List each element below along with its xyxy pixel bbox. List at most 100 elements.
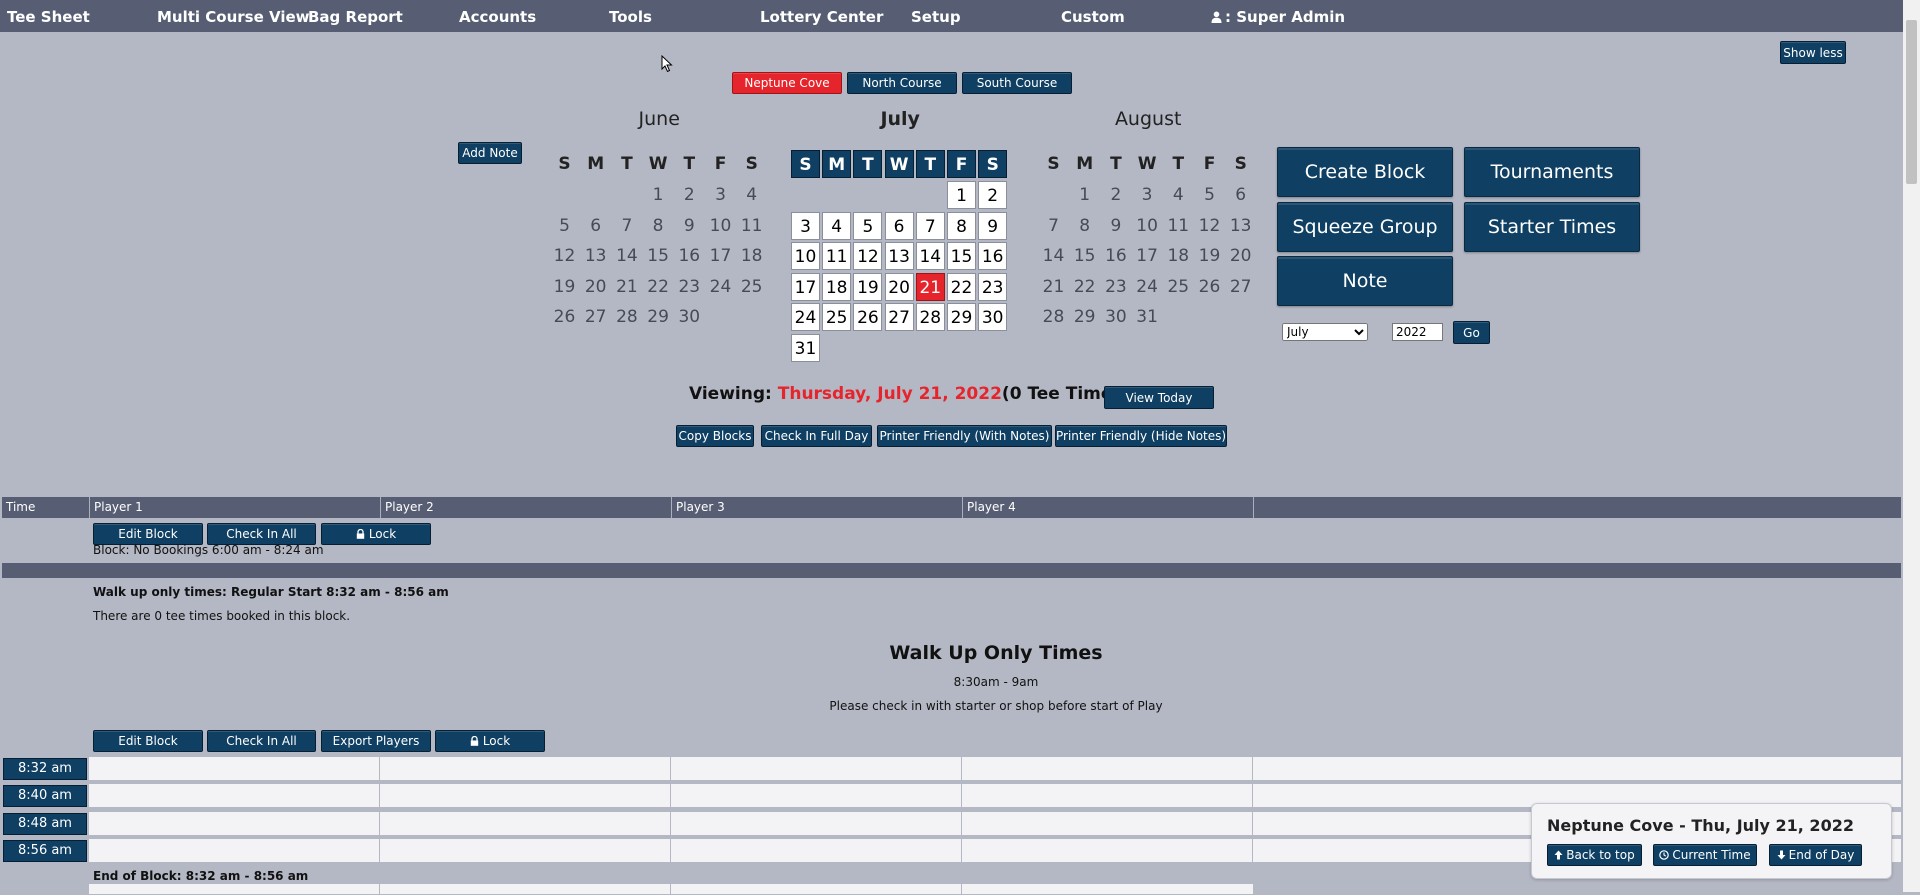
calendar-day[interactable]: 21 [612,273,641,301]
calendar-day[interactable]: 19 [1195,242,1224,270]
back-to-top-button[interactable]: Back to top [1547,844,1642,866]
show-less-button[interactable]: Show less [1780,41,1846,64]
calendar-day[interactable]: 28 [1039,303,1068,331]
calendar-day[interactable]: 31 [1133,303,1162,331]
calendar-day[interactable]: 22 [1070,273,1099,301]
calendar-day[interactable]: 8 [947,211,976,240]
calendar-day[interactable]: 4 [1164,181,1193,209]
tee-time-button[interactable]: 8:32 am [3,758,87,780]
squeeze-group-button[interactable]: Squeeze Group [1277,202,1453,252]
calendar-day[interactable]: 19 [853,272,883,301]
calendar-day[interactable]: 25 [1164,273,1193,301]
calendar-day[interactable]: 30 [1101,303,1130,331]
tournaments-button[interactable]: Tournaments [1464,147,1640,197]
calendar-day[interactable]: 15 [1070,242,1099,270]
calendar-day[interactable]: 1 [644,181,673,209]
course-tab-0[interactable]: Neptune Cove [732,72,842,94]
calendar-day[interactable]: 3 [706,181,735,209]
calendar-day[interactable]: 6 [884,211,914,240]
block1-lock-button[interactable]: Lock [321,523,431,545]
block1-check-in-all-button[interactable]: Check In All [207,523,316,545]
calendar-day[interactable]: 4 [737,181,766,209]
calendar-day[interactable]: 5 [550,212,579,240]
calendar-day[interactable]: 9 [978,211,1008,240]
tee-time-button[interactable]: 8:40 am [3,785,87,808]
calendar-day[interactable]: 11 [737,212,766,240]
calendar-day[interactable]: 7 [612,212,641,240]
calendar-day[interactable]: 10 [1133,212,1162,240]
calendar-day[interactable]: 21 [1039,273,1068,301]
nav-accounts[interactable]: Accounts [459,8,536,26]
player-slot-1[interactable] [88,783,381,809]
printer-friendly-hide-notes-button[interactable]: Printer Friendly (Hide Notes) [1055,425,1227,447]
note-button[interactable]: Note [1277,256,1453,306]
starter-times-button[interactable]: Starter Times [1464,202,1640,252]
calendar-day[interactable]: 11 [1164,212,1193,240]
calendar-day[interactable]: 30 [978,303,1008,332]
player-slot-4[interactable] [961,837,1254,863]
calendar-day[interactable]: 9 [1101,212,1130,240]
calendar-day[interactable]: 13 [581,242,610,270]
calendar-day[interactable]: 29 [644,303,673,331]
calendar-day-selected[interactable]: 21 [915,272,945,301]
calendar-day[interactable]: 27 [581,303,610,331]
calendar-day[interactable]: 16 [1101,242,1130,270]
calendar-day[interactable]: 18 [822,272,852,301]
block2-export-players-button[interactable]: Export Players [321,730,431,752]
calendar-day[interactable]: 25 [737,273,766,301]
calendar-day[interactable]: 15 [644,242,673,270]
player-slot-3[interactable] [670,783,963,809]
copy-blocks-button[interactable]: Copy Blocks [676,425,754,447]
calendar-day[interactable]: 5 [853,211,883,240]
calendar-day[interactable]: 11 [822,242,852,271]
calendar-day[interactable]: 23 [1101,273,1130,301]
calendar-day[interactable]: 28 [612,303,641,331]
calendar-day[interactable]: 12 [1195,212,1224,240]
calendar-day[interactable]: 22 [644,273,673,301]
calendar-day[interactable]: 2 [1101,181,1130,209]
player-slot-4[interactable] [961,756,1254,781]
nav-tools[interactable]: Tools [609,8,652,26]
calendar-day[interactable]: 25 [822,303,852,332]
view-today-button[interactable]: View Today [1104,386,1214,409]
calendar-day[interactable]: 8 [1070,212,1099,240]
calendar-day[interactable]: 8 [644,212,673,240]
player-slot-3[interactable] [670,837,963,863]
player-slot-1[interactable] [88,756,381,781]
calendar-day[interactable]: 13 [1226,212,1255,240]
block2-check-in-all-button[interactable]: Check In All [207,730,316,752]
block1-edit-block-button[interactable]: Edit Block [93,523,203,545]
player-slot-1[interactable] [88,837,381,863]
calendar-day[interactable]: 6 [581,212,610,240]
calendar-day[interactable]: 10 [706,212,735,240]
calendar-day[interactable]: 19 [550,273,579,301]
player-slot-4[interactable] [961,783,1254,809]
nav-custom[interactable]: Custom [1061,8,1125,26]
calendar-day[interactable]: 1 [1070,181,1099,209]
add-note-button[interactable]: Add Note [458,142,522,164]
nav-multi-course-view[interactable]: Multi Course View [157,8,310,26]
calendar-day[interactable]: 30 [675,303,704,331]
block2-lock-button[interactable]: Lock [435,730,545,752]
printer-friendly-with-notes-button[interactable]: Printer Friendly (With Notes) [877,425,1052,447]
year-input[interactable] [1392,323,1443,341]
course-tab-2[interactable]: South Course [962,72,1072,94]
calendar-day[interactable]: 9 [675,212,704,240]
calendar-day[interactable]: 29 [947,303,976,332]
calendar-day[interactable]: 16 [978,242,1008,271]
calendar-day[interactable]: 15 [947,242,976,271]
check-in-full-day-button[interactable]: Check In Full Day [761,425,872,447]
calendar-day[interactable]: 16 [675,242,704,270]
tee-time-button[interactable]: 8:56 am [3,839,87,862]
nav-user-menu[interactable]: : Super Admin [1211,8,1345,26]
calendar-day[interactable]: 23 [978,272,1008,301]
block2-edit-block-button[interactable]: Edit Block [93,730,203,752]
current-time-button[interactable]: Current Time [1653,844,1757,866]
player-slot-2[interactable] [379,810,672,836]
calendar-day[interactable]: 27 [1226,273,1255,301]
create-block-button[interactable]: Create Block [1277,147,1453,197]
calendar-day[interactable]: 22 [947,272,976,301]
calendar-day[interactable]: 6 [1226,181,1255,209]
player-slot-3[interactable] [670,810,963,836]
calendar-day[interactable]: 26 [550,303,579,331]
